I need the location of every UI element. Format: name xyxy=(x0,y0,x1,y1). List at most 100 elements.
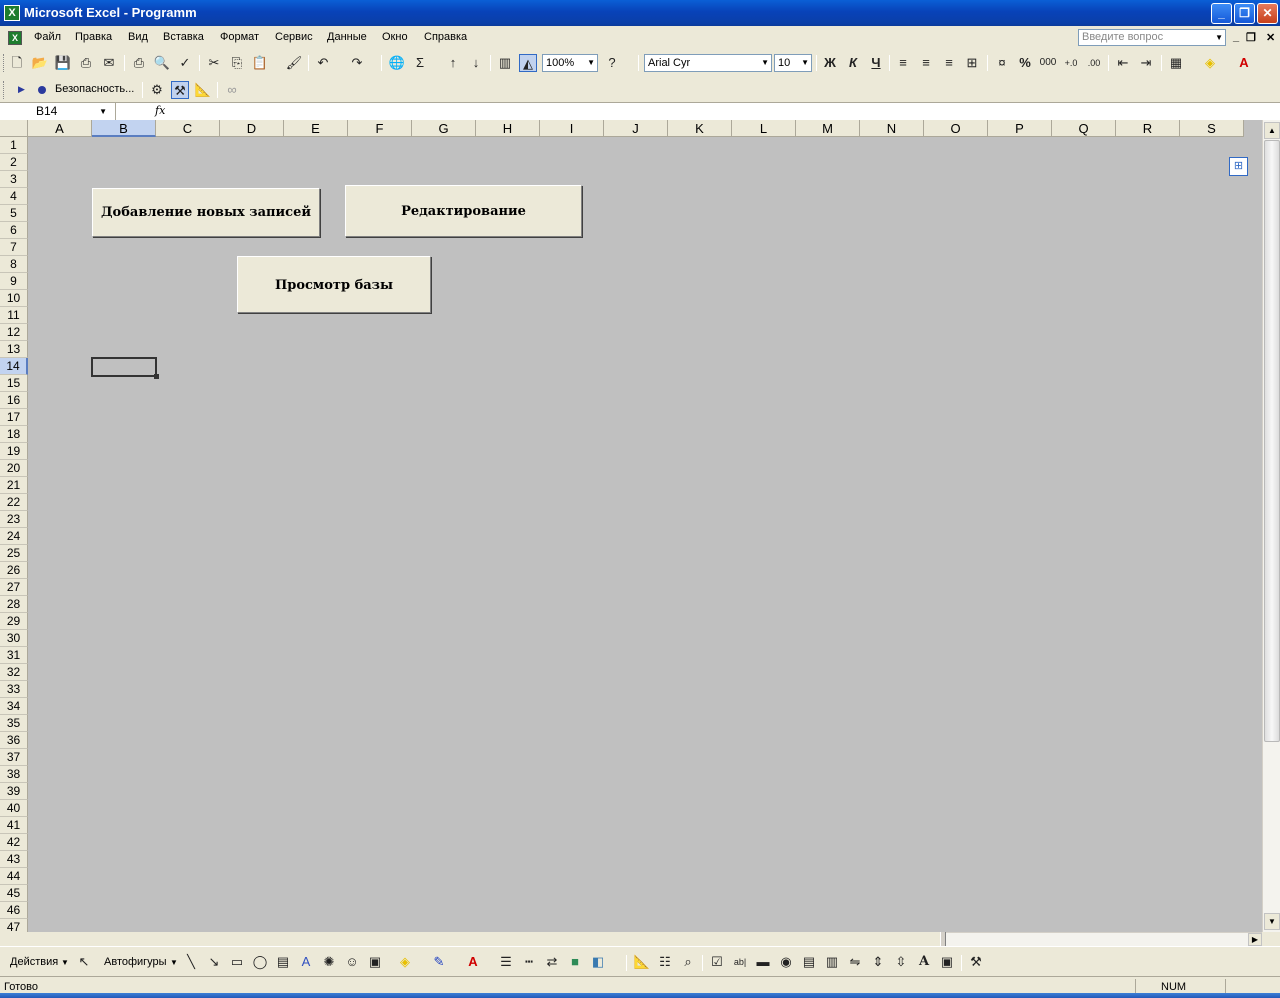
column-header-d[interactable]: D xyxy=(220,120,284,137)
vertical-scrollbar[interactable]: ▲ ▼ xyxy=(1262,120,1280,932)
doc-minimize-icon[interactable]: _ xyxy=(1233,31,1239,43)
menu-help[interactable]: Справка xyxy=(424,31,467,43)
textbox-icon[interactable]: ▤ xyxy=(274,953,292,971)
clipart-icon[interactable]: ☺ xyxy=(343,953,361,971)
paste-icon[interactable]: 📋 xyxy=(251,54,269,72)
menu-tools[interactable]: Сервис xyxy=(275,31,313,43)
row-header-45[interactable]: 45 xyxy=(0,885,28,902)
3d-style-icon[interactable]: ◧ xyxy=(589,953,607,971)
control-toolbox-icon[interactable]: 📐 xyxy=(194,81,212,99)
row-header-29[interactable]: 29 xyxy=(0,613,28,630)
row-header-21[interactable]: 21 xyxy=(0,477,28,494)
percent-button[interactable]: % xyxy=(1016,54,1034,72)
row-header-47[interactable]: 47 xyxy=(0,919,28,932)
chevron-down-icon[interactable]: ▼ xyxy=(587,55,595,71)
security-button[interactable]: Безопасность... xyxy=(55,83,134,95)
active-cell-b14[interactable] xyxy=(91,357,159,379)
doc-restore-icon[interactable]: ❐ xyxy=(1246,31,1256,44)
column-header-n[interactable]: N xyxy=(860,120,924,137)
worksheet-grid[interactable]: ⊞ Добавление новых записей Редактировани… xyxy=(0,120,1262,932)
minimize-button[interactable]: _ xyxy=(1211,3,1232,24)
toolbar-grip[interactable] xyxy=(3,54,6,72)
edit-button[interactable]: Редактирование xyxy=(345,185,582,237)
row-header-5[interactable]: 5 xyxy=(0,205,28,222)
menu-edit[interactable]: Правка xyxy=(75,31,112,43)
row-header-32[interactable]: 32 xyxy=(0,664,28,681)
row-header-40[interactable]: 40 xyxy=(0,800,28,817)
row-header-36[interactable]: 36 xyxy=(0,732,28,749)
scrollbar-control-icon[interactable]: ⇳ xyxy=(892,953,910,971)
toolbar-grip[interactable] xyxy=(3,81,6,99)
font-size-combo[interactable]: 10 ▼ xyxy=(774,54,812,72)
fill-color-icon[interactable]: ◈ xyxy=(1201,54,1219,72)
row-header-20[interactable]: 20 xyxy=(0,460,28,477)
row-header-11[interactable]: 11 xyxy=(0,307,28,324)
menu-view[interactable]: Вид xyxy=(128,31,148,43)
row-header-1[interactable]: 1 xyxy=(0,137,28,154)
print-preview-icon[interactable]: 🔍 xyxy=(153,54,171,72)
column-header-g[interactable]: G xyxy=(412,120,476,137)
dash-style-icon[interactable]: ┅ xyxy=(520,953,538,971)
view-database-button[interactable]: Просмотр базы xyxy=(237,256,431,313)
column-header-f[interactable]: F xyxy=(348,120,412,137)
italic-button[interactable]: К xyxy=(844,54,862,72)
thousands-button[interactable]: 000 xyxy=(1039,54,1057,72)
row-header-41[interactable]: 41 xyxy=(0,817,28,834)
label-control-icon[interactable]: A xyxy=(915,953,933,971)
open-icon[interactable]: 📂 xyxy=(31,54,49,72)
scroll-down-icon[interactable]: ▼ xyxy=(1264,913,1280,930)
row-header-23[interactable]: 23 xyxy=(0,511,28,528)
view-code-icon[interactable]: ⌕ xyxy=(679,953,697,971)
menu-window[interactable]: Окно xyxy=(382,31,408,43)
autosum-icon[interactable]: Σ xyxy=(411,54,429,72)
diagram-icon[interactable]: ✺ xyxy=(320,953,338,971)
row-header-33[interactable]: 33 xyxy=(0,681,28,698)
column-header-q[interactable]: Q xyxy=(1052,120,1116,137)
options-icon[interactable]: ⊞ xyxy=(1229,157,1248,176)
column-header-m[interactable]: M xyxy=(796,120,860,137)
horizontal-scrollbar[interactable]: ▶ xyxy=(946,932,1262,946)
row-header-25[interactable]: 25 xyxy=(0,545,28,562)
row-header-13[interactable]: 13 xyxy=(0,341,28,358)
cut-icon[interactable]: ✂ xyxy=(205,54,223,72)
font-name-combo[interactable]: Arial Cyr ▼ xyxy=(644,54,772,72)
row-header-27[interactable]: 27 xyxy=(0,579,28,596)
image-control-icon[interactable]: ▣ xyxy=(938,953,956,971)
command-button-icon[interactable]: ▬ xyxy=(754,953,772,971)
oval-icon[interactable]: ◯ xyxy=(251,953,269,971)
column-header-e[interactable]: E xyxy=(284,120,348,137)
increase-decimal-icon[interactable]: +.0 xyxy=(1062,54,1080,72)
decrease-indent-icon[interactable]: ⇤ xyxy=(1114,54,1132,72)
new-icon[interactable]: 🗋 xyxy=(8,54,26,72)
add-records-button[interactable]: Добавление новых записей xyxy=(92,188,320,237)
arrow-icon[interactable]: ↘ xyxy=(205,953,223,971)
menu-data[interactable]: Данные xyxy=(327,31,367,43)
column-header-i[interactable]: I xyxy=(540,120,604,137)
row-header-16[interactable]: 16 xyxy=(0,392,28,409)
doc-close-icon[interactable]: ✕ xyxy=(1266,31,1275,44)
play-icon[interactable]: ▶ xyxy=(18,84,25,95)
align-right-icon[interactable]: ≡ xyxy=(940,54,958,72)
row-header-10[interactable]: 10 xyxy=(0,290,28,307)
chevron-down-icon[interactable]: ▼ xyxy=(801,55,809,71)
row-header-34[interactable]: 34 xyxy=(0,698,28,715)
row-header-35[interactable]: 35 xyxy=(0,715,28,732)
menu-format[interactable]: Формат xyxy=(220,31,259,43)
merge-center-icon[interactable]: ⊞ xyxy=(963,54,981,72)
row-header-28[interactable]: 28 xyxy=(0,596,28,613)
draw-actions-menu[interactable]: Действия xyxy=(10,956,58,968)
permission-icon[interactable]: ⎙ xyxy=(77,54,95,72)
row-header-24[interactable]: 24 xyxy=(0,528,28,545)
more-controls-icon[interactable]: ⚒ xyxy=(967,953,985,971)
underline-button[interactable]: Ч xyxy=(867,54,885,72)
design-mode-icon[interactable]: ⚒ xyxy=(171,81,189,99)
row-header-26[interactable]: 26 xyxy=(0,562,28,579)
column-header-j[interactable]: J xyxy=(604,120,668,137)
select-objects-icon[interactable]: ↖ xyxy=(75,953,93,971)
rectangle-icon[interactable]: ▭ xyxy=(228,953,246,971)
menu-insert[interactable]: Вставка xyxy=(163,31,204,43)
save-icon[interactable]: 💾 xyxy=(54,54,72,72)
row-header-30[interactable]: 30 xyxy=(0,630,28,647)
line-style-icon[interactable]: ☰ xyxy=(497,953,515,971)
chart-wizard-icon[interactable]: ▥ xyxy=(496,54,514,72)
